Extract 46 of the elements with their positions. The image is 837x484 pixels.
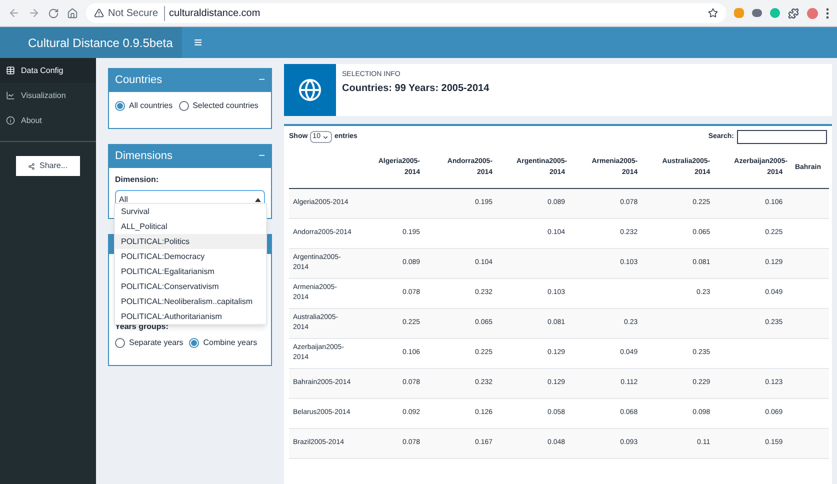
line-chart-icon (6, 91, 15, 100)
app-title: Cultural Distance 0.9.5beta (28, 34, 173, 52)
security-label: Not Secure (108, 6, 158, 20)
reload-icon[interactable] (48, 8, 59, 18)
dropdown-option[interactable]: POLITICAL:Egalitarianism (115, 264, 266, 279)
table-icon (6, 66, 15, 75)
puzzle-icon[interactable] (788, 8, 799, 18)
info-value: Countries: 99 Years: 2005-2014 (342, 82, 490, 96)
radio-button[interactable] (178, 101, 189, 111)
back-icon[interactable] (8, 7, 20, 19)
profile-avatar[interactable] (807, 8, 818, 18)
radio-label: Selected countries (192, 100, 258, 112)
radio-button[interactable] (115, 101, 125, 111)
dropdown-option[interactable]: POLITICAL:Democracy (115, 249, 266, 264)
radio-label: Combine years (203, 337, 258, 349)
panel-title: Dimensions (115, 149, 172, 164)
dropdown-option[interactable]: POLITICAL:Authoritarianism (115, 309, 266, 324)
globe-icon (298, 78, 322, 102)
bookmark-star-icon[interactable] (708, 8, 718, 18)
radio-button[interactable] (189, 338, 200, 348)
dropdown-option[interactable]: POLITICAL:Politics (115, 234, 266, 249)
warning-icon (94, 8, 104, 18)
radio-button[interactable] (115, 338, 125, 348)
info-icon (6, 116, 15, 125)
address-bar[interactable]: Not Secure culturaldistance.com (86, 3, 726, 23)
sidebar-item[interactable]: Data Config (0, 58, 96, 83)
collapse-button[interactable]: − (258, 148, 265, 165)
dropdown-option[interactable]: ALL_Political (115, 219, 266, 234)
sidebar-item[interactable]: Visualization (0, 83, 96, 108)
search-field[interactable] (737, 130, 827, 144)
collapse-button[interactable]: − (258, 72, 265, 89)
panel-title: Countries (115, 73, 162, 88)
sidebar-item[interactable]: About (0, 108, 96, 133)
forward-icon[interactable] (28, 7, 40, 19)
chevron-down-icon (322, 134, 330, 140)
dropdown-option[interactable]: POLITICAL:Neoliberalism..capitalism (115, 294, 266, 309)
url-text: culturaldistance.com (164, 6, 260, 20)
radio-label: All countries (129, 100, 173, 112)
radio-label: Separate years (129, 337, 184, 349)
home-icon[interactable] (67, 8, 78, 18)
share-icon (28, 162, 36, 170)
dropdown-option[interactable]: POLITICAL:Conservativism (115, 279, 266, 294)
more-icon[interactable] (826, 8, 829, 18)
field-label: Dimension: (115, 174, 160, 186)
share-button[interactable]: Share... (16, 156, 80, 176)
menu-toggle[interactable]: ≡ (182, 27, 214, 58)
